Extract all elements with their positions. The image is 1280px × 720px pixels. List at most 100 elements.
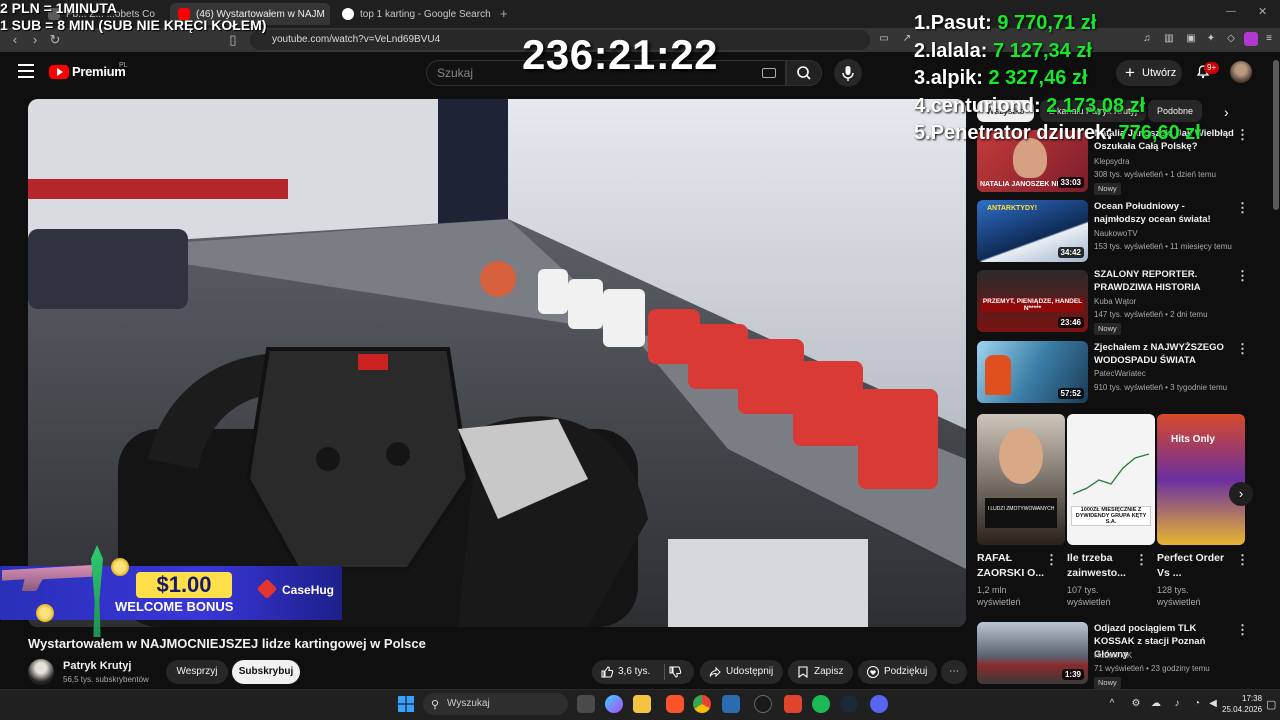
coin-icon (111, 558, 129, 576)
shield-icon[interactable]: ◇ (1224, 32, 1238, 46)
search-button[interactable] (786, 60, 822, 86)
support-button[interactable]: Wesprzyj (166, 660, 228, 684)
youtube-logo-icon[interactable] (49, 65, 69, 79)
share-label: Udostępnij (726, 666, 774, 677)
more-actions-button[interactable]: ⋯ (941, 660, 967, 684)
thanks-button[interactable]: Podziękuj (858, 660, 938, 684)
sub-rate-line: 1 SUB = 8 MIN (SUB NIE KRĘCI KOŁEM) (0, 17, 267, 33)
short-thumbnail[interactable]: Hits Only (1157, 414, 1245, 545)
tray-mic-icon[interactable]: ♪ (1171, 698, 1183, 710)
sidebar-video-title[interactable]: Zjechałem z NAJWYŻSZEGO WODOSPADU ŚWIATA (1094, 341, 1234, 367)
notification-count-badge: 9+ (1204, 62, 1220, 74)
new-tab-button[interactable]: + (500, 6, 508, 21)
chrome-icon[interactable] (693, 695, 711, 713)
steam-icon[interactable] (840, 695, 858, 713)
video-player[interactable] (28, 99, 966, 627)
browser-tab-3[interactable]: top 1 karting - Google Search ✕ (334, 3, 494, 25)
short-thumbnail[interactable]: 1000ZŁ MIESIĘCZNIE Z DYWIDENDY GRUPA KĘT… (1067, 414, 1155, 545)
taskbar-clock[interactable]: 17:38 25.04.2026 (1222, 693, 1262, 715)
tray-chevron-icon[interactable]: ^ (1106, 698, 1118, 710)
video-menu-icon[interactable]: ⋮ (1236, 127, 1249, 143)
short-views: 128 tys. wyświetleń (1157, 585, 1201, 607)
share-button[interactable]: Udostępnij (700, 660, 784, 684)
save-button[interactable]: Zapisz (788, 660, 854, 684)
task-view-icon[interactable] (577, 695, 595, 713)
ai-icon[interactable]: ✦ (1204, 32, 1218, 46)
sidebar-video-channel: NaukowoTV (1094, 229, 1138, 238)
hamburger-menu-icon[interactable] (18, 64, 34, 78)
donation-info-overlay: 2 PLN = 1MINUTA 1 SUB = 8 MIN (SUB NIE K… (0, 0, 266, 34)
cast-icon[interactable]: ▭ (877, 32, 891, 46)
sidebar-video-channel: Hubert MK (1094, 651, 1133, 660)
taskbar-search-input[interactable]: Wyszukaj (423, 693, 568, 715)
browser-menu-icon[interactable]: ≡ (1262, 32, 1276, 46)
short-menu-icon[interactable]: ⋮ (1045, 552, 1058, 568)
video-thumbnail[interactable]: ANTARKTYDY! 34:42 (977, 200, 1088, 262)
sidebar-video-channel: PatecWariatec (1094, 369, 1146, 378)
youtube-premium-logo[interactable]: Premium (72, 64, 126, 79)
short-menu-icon[interactable]: ⋮ (1236, 552, 1249, 568)
brave-browser-icon[interactable] (666, 695, 684, 713)
dislike-button[interactable] (668, 665, 682, 679)
short-title[interactable]: Perfect Order Vs ... (1157, 551, 1231, 581)
channel-avatar[interactable] (28, 659, 54, 685)
subscribe-button[interactable]: Subskrybuj (232, 660, 300, 684)
sidebar-video-meta: 71 wyświetleń • 23 godziny temu (1094, 664, 1210, 673)
tray-cloud-icon[interactable]: ☁ (1150, 698, 1162, 710)
short-title[interactable]: RAFAŁ ZAORSKI O... (977, 551, 1051, 581)
short-title[interactable]: Ile trzeba zainwesto... (1067, 551, 1141, 581)
subscriber-count: 56,5 tys. subskrybentów (63, 675, 149, 684)
voice-search-button[interactable] (834, 59, 862, 87)
bonus-amount: $1.00 (136, 572, 232, 598)
video-menu-icon[interactable]: ⋮ (1236, 200, 1249, 216)
save-label: Zapisz (814, 666, 844, 677)
short-views: 1,2 mln wyświetleń (977, 585, 1021, 607)
sidebar-video-title[interactable]: SZALONY REPORTER. PRAWDZIWA HISTORIA (1094, 268, 1234, 294)
leaderboard-rank: 3. (914, 67, 931, 89)
video-thumbnail[interactable]: 1:39 (977, 622, 1088, 684)
video-thumbnail[interactable]: PRZEMYT, PIENIĄDZE, HANDEL N***** 23:46 (977, 270, 1088, 332)
window-minimize-icon[interactable]: — (1226, 6, 1236, 17)
thumbnail-text: NATALIA JANOSZEK NI (980, 181, 1059, 188)
spotify-icon[interactable] (812, 695, 830, 713)
sidebar-video-meta: 910 tys. wyświetleń • 3 tygodnie temu (1094, 383, 1228, 392)
leaderboard-row: 3.alpik: 2 327,46 zł (914, 65, 1201, 93)
video-duration: 57:52 (1057, 388, 1084, 399)
discord-icon[interactable] (870, 695, 888, 713)
notification-center-icon[interactable]: ▢ (1266, 698, 1276, 711)
video-menu-icon[interactable]: ⋮ (1236, 341, 1249, 357)
volume-icon[interactable]: ◀ (1207, 698, 1219, 710)
windows-start-icon[interactable] (398, 696, 414, 712)
share-icon[interactable]: ↗ (900, 32, 914, 46)
leaderboard-name: alpik: (930, 67, 983, 89)
obs-icon[interactable] (754, 695, 772, 713)
video-frame-karting (28, 99, 966, 627)
video-duration: 1:39 (1061, 669, 1084, 680)
tray-app-icon[interactable]: ⚙ (1130, 698, 1142, 710)
brave-beta-icon[interactable] (784, 695, 802, 713)
window-close-icon[interactable]: ✕ (1258, 5, 1267, 18)
short-overlay-text: I LUDZI ZMOTYWOWANYCH (987, 506, 1055, 512)
video-menu-icon[interactable]: ⋮ (1236, 268, 1249, 284)
clock-time: 17:38 (1242, 694, 1263, 703)
short-views: 107 tys. wyświetleń (1067, 585, 1111, 607)
extension-icon[interactable] (1244, 32, 1258, 46)
video-thumbnail[interactable]: 57:52 (977, 341, 1088, 403)
short-menu-icon[interactable]: ⋮ (1135, 552, 1148, 568)
sidebar-video-title[interactable]: Ocean Południowy - najmłodszy ocean świa… (1094, 200, 1234, 226)
account-avatar[interactable] (1230, 61, 1252, 83)
page-scrollbar[interactable] (1273, 60, 1279, 210)
keyboard-icon[interactable] (762, 68, 776, 78)
shirt-shape (985, 498, 1057, 528)
video-menu-icon[interactable]: ⋮ (1236, 622, 1249, 638)
short-thumbnail[interactable]: I LUDZI ZMOTYWOWANYCH (977, 414, 1065, 545)
copilot-icon[interactable] (605, 695, 623, 713)
channel-name[interactable]: Patryk Krutyj (63, 660, 131, 672)
leaderboard-amount: 2 173,08 zł (1046, 94, 1146, 117)
chips-next-icon[interactable]: › (1224, 104, 1229, 120)
network-icon[interactable]: ◔ (1191, 698, 1203, 710)
bookmark-save-icon (798, 666, 808, 679)
app-icon[interactable] (722, 695, 740, 713)
file-explorer-icon[interactable] (633, 695, 651, 713)
shorts-next-arrow-icon[interactable]: › (1229, 482, 1253, 506)
